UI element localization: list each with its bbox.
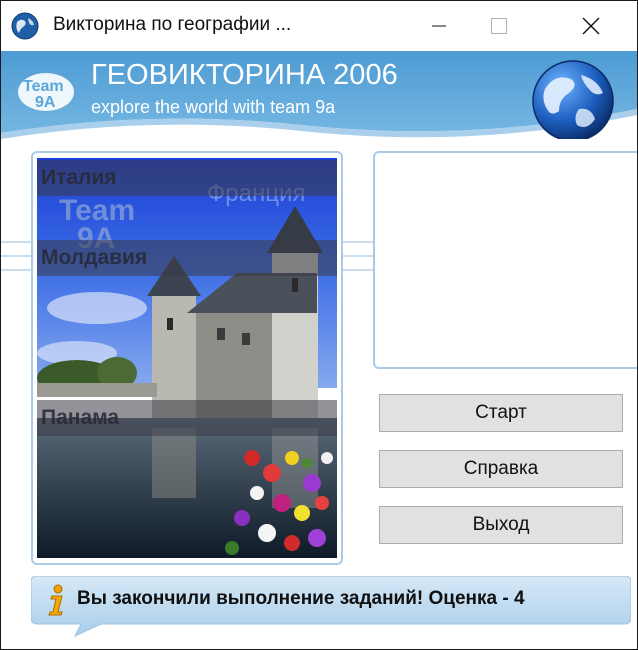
castle-photo: Team 9A Франция Италия Молдавия Панама — [37, 158, 337, 558]
close-icon — [582, 17, 600, 35]
question-info-panel — [373, 151, 637, 369]
banner-heading: ГЕОВИКТОРИНА 2006 — [91, 59, 398, 91]
globe-app-icon — [11, 12, 39, 40]
team-9a-logo: Team 9A — [18, 73, 74, 111]
answer-option-label: Молдавия — [41, 246, 148, 269]
title-bar: Викторина по географии ... — [1, 1, 637, 51]
maximize-icon — [491, 18, 507, 34]
info-icon — [48, 584, 63, 616]
decor-stripe — [341, 269, 375, 271]
answer-option-label: Италия — [41, 166, 117, 189]
decor-stripe — [341, 241, 375, 243]
answer-option-label: Панама — [41, 406, 120, 429]
header-banner: Team 9A ГЕОВИКТОРИНА 2006 explore the wo… — [1, 51, 637, 139]
svg-text:9A: 9A — [35, 94, 56, 111]
banner-subheading: explore the world with team 9a — [91, 97, 336, 117]
globe-icon — [532, 60, 614, 139]
castle-image: Team 9A — [37, 158, 337, 558]
minimize-icon — [432, 25, 446, 27]
exit-button[interactable]: Выход — [379, 506, 623, 544]
status-message: Вы закончили выполнение заданий! Оценка … — [77, 588, 525, 609]
svg-text:Team: Team — [23, 78, 64, 95]
start-button[interactable]: Старт — [379, 394, 623, 432]
help-button[interactable]: Справка — [379, 450, 623, 488]
close-button[interactable] — [563, 1, 619, 51]
minimize-button[interactable] — [411, 1, 467, 51]
app-window: Викторина по географии ... Team 9A ГЕОВИ… — [0, 0, 638, 650]
status-bar: Вы закончили выполнение заданий! Оценка … — [31, 576, 631, 638]
maximize-button[interactable] — [471, 1, 527, 51]
window-title: Викторина по географии ... — [53, 14, 292, 35]
decor-stripe — [341, 255, 375, 257]
